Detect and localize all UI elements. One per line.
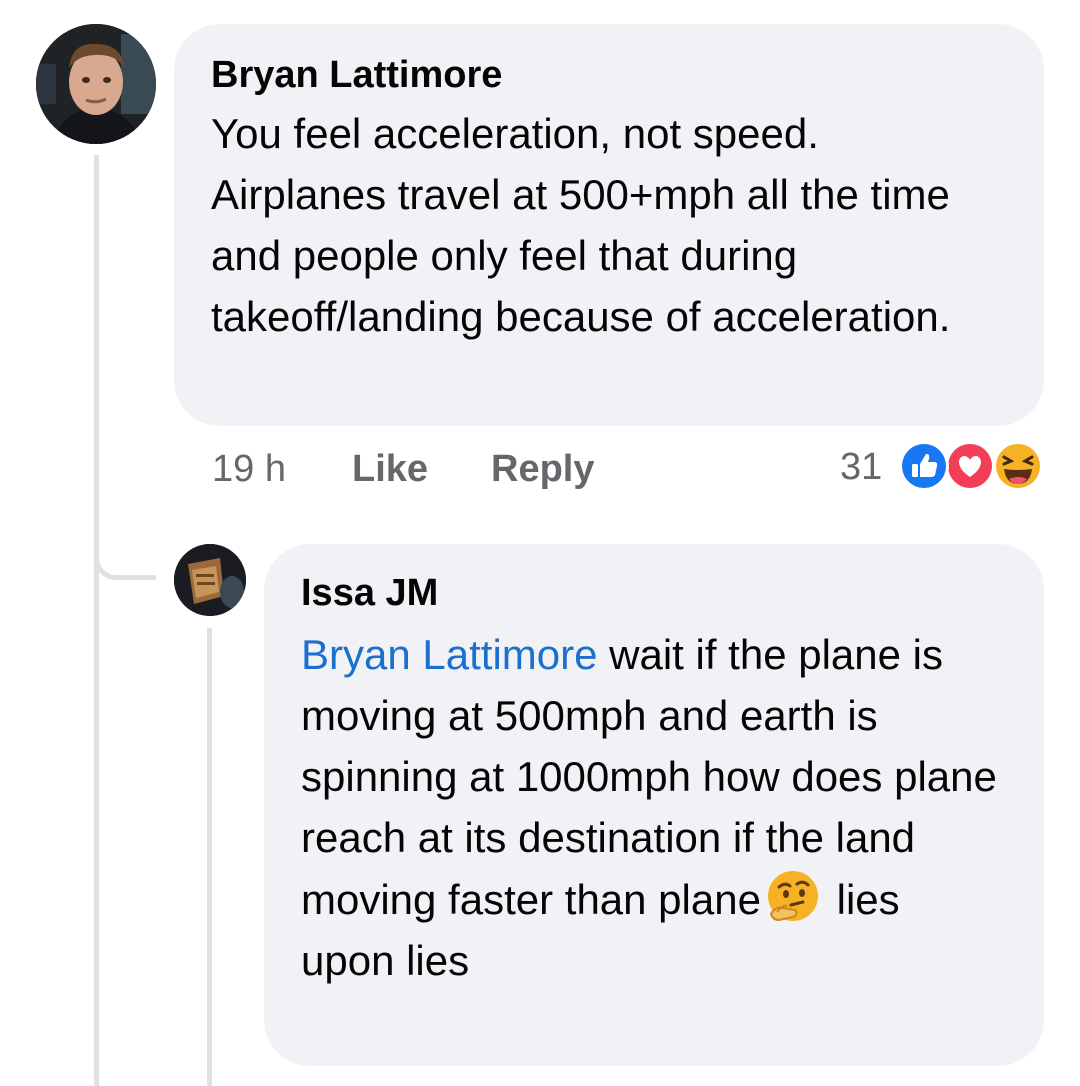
reply-profile-photo <box>174 544 246 616</box>
comment-timestamp[interactable]: 19 h <box>212 448 286 491</box>
mention-link[interactable]: Bryan Lattimore <box>301 631 597 678</box>
thinking-face-icon <box>765 868 821 924</box>
reply-avatar[interactable] <box>174 544 246 616</box>
avatar[interactable] <box>36 24 156 144</box>
profile-photo <box>36 24 156 144</box>
love-icon <box>945 441 995 491</box>
haha-icon <box>993 441 1043 491</box>
reactions-summary[interactable] <box>898 440 1046 492</box>
comment-bubble: Bryan Lattimore You feel acceleration, n… <box>174 24 1044 426</box>
comment-actions: 19 h Like Reply <box>212 448 712 496</box>
thread-line-branch <box>94 525 156 580</box>
reply-thread-line <box>207 628 212 1086</box>
reply-button[interactable]: Reply <box>491 448 594 491</box>
like-button[interactable]: Like <box>352 448 428 491</box>
comment-text: You feel acceleration, not speed. Airpla… <box>211 110 951 340</box>
reply-text: Bryan Lattimore wait if the plane is mov… <box>301 624 1001 991</box>
reply-author[interactable]: Issa JM <box>301 570 1014 616</box>
comment-author[interactable]: Bryan Lattimore <box>211 52 1008 98</box>
thread-line-vertical <box>94 155 99 1086</box>
like-icon <box>899 441 949 491</box>
reply-bubble: Issa JM Bryan Lattimore wait if the plan… <box>264 544 1044 1066</box>
reaction-count[interactable]: 31 <box>840 446 882 489</box>
